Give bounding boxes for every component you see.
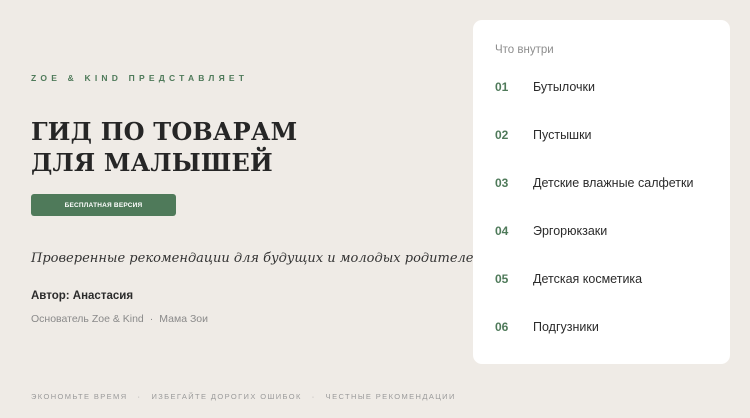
- free-version-badge: БЕСПЛАТНАЯ ВЕРСИЯ: [31, 194, 176, 216]
- contents-item: 06 Подгузники: [495, 320, 693, 368]
- contents-item-number: 05: [495, 272, 509, 286]
- footer-item-save-time: ЭКОНОМЬТЕ ВРЕМЯ: [31, 392, 128, 401]
- page-title: ГИД ПО ТОВАРАМ ДЛЯ МАЛЫШЕЙ: [31, 116, 297, 178]
- contents-item-label: Детская косметика: [533, 272, 643, 286]
- footer-separator: ·: [311, 392, 316, 401]
- footer-item-avoid-mistakes: ИЗБЕГАЙТЕ ДОРОГИХ ОШИБОК: [151, 392, 302, 401]
- author-role-founder: Основатель Zoe & Kind: [31, 313, 144, 325]
- contents-item-number: 03: [495, 176, 509, 190]
- contents-item: 01 Бутылочки: [495, 80, 693, 128]
- contents-item-label: Подгузники: [533, 320, 599, 334]
- author-role-mom: Мама Зои: [159, 313, 209, 325]
- contents-item-label: Детские влажные салфетки: [533, 176, 694, 190]
- contents-card: Что внутри 01 Бутылочки 02 Пустышки 03 Детс…: [473, 20, 730, 364]
- contents-item: 05 Детская косметика: [495, 272, 693, 320]
- contents-item-label: Бутылочки: [533, 80, 595, 94]
- author-role: Основатель Zoe & Kind · Мама Зои: [31, 313, 208, 325]
- author-name: Автор: Анастасия: [31, 290, 134, 302]
- footer-separator: ·: [137, 392, 142, 401]
- contents-heading: Что внутри: [495, 44, 554, 56]
- footer-item-honest-recs: ЧЕСТНЫЕ РЕКОМЕНДАЦИИ: [325, 392, 456, 401]
- contents-list: 01 Бутылочки 02 Пустышки 03 Детские влажные…: [495, 80, 693, 368]
- contents-item-number: 04: [495, 224, 509, 238]
- contents-item: 04 Эргорюкзаки: [495, 224, 693, 272]
- contents-item: 03 Детские влажные салфетки: [495, 176, 693, 224]
- contents-item-label: Пустышки: [533, 128, 592, 142]
- presents-kicker: ZOE & KIND ПРЕДСТАВЛЯЕТ: [31, 73, 249, 83]
- role-separator: ·: [149, 313, 154, 325]
- title-line-1: ГИД ПО ТОВАРАМ: [31, 117, 298, 146]
- contents-item-label: Эргорюкзаки: [533, 224, 608, 238]
- contents-item-number: 01: [495, 80, 509, 94]
- title-line-2: ДЛЯ МАЛЫШЕЙ: [31, 148, 273, 177]
- contents-item-number: 06: [495, 320, 509, 334]
- contents-item-number: 02: [495, 128, 509, 142]
- footer-tagline: ЭКОНОМЬТЕ ВРЕМЯ · ИЗБЕГАЙТЕ ДОРОГИХ ОШИБОК…: [31, 392, 456, 401]
- contents-item: 02 Пустышки: [495, 128, 693, 176]
- subtitle: Проверенные рекомендации для будущих и м…: [31, 251, 482, 266]
